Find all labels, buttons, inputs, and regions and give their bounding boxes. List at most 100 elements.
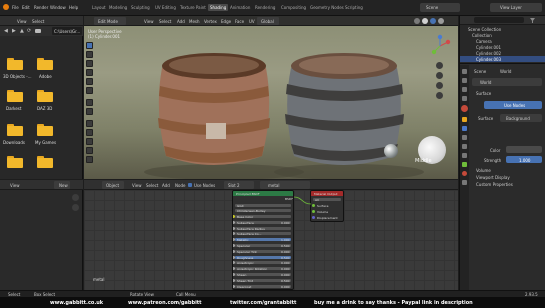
banner-patreon[interactable]: www.patreon.com/gabbitt xyxy=(128,300,202,306)
physics-tab-icon[interactable] xyxy=(462,144,467,149)
world-tab-icon[interactable] xyxy=(461,105,468,112)
outliner-item-cylinder-001[interactable]: Cylinder.001 xyxy=(476,45,501,50)
material-tab-icon[interactable] xyxy=(462,171,467,176)
render-tab-icon[interactable] xyxy=(462,78,467,83)
node-link xyxy=(293,196,312,205)
tab-uv-editing[interactable]: UV Editing xyxy=(153,4,178,11)
folder-icon[interactable] xyxy=(7,156,23,168)
folder-label[interactable]: 3D Objects -... xyxy=(3,74,32,79)
image-editor-panel[interactable]: View New xyxy=(0,180,83,290)
section-custom-properties[interactable]: Custom Properties xyxy=(476,182,513,187)
data-tab-icon[interactable] xyxy=(462,162,467,167)
tab-animation[interactable]: Animation xyxy=(228,4,252,11)
modifier-tab-icon[interactable] xyxy=(462,126,467,131)
tab-modeling[interactable]: Modeling xyxy=(107,4,129,11)
path-text: C:\Users\Gr... xyxy=(54,29,81,34)
folder-icon[interactable] xyxy=(37,156,53,168)
navigation-gizmo[interactable] xyxy=(428,34,452,58)
folder-icon[interactable] xyxy=(37,90,53,102)
3d-viewport[interactable]: Edit Mode View Select Add Mesh Vertex Ed… xyxy=(84,16,458,179)
tab-rendering[interactable]: Rendering xyxy=(253,4,277,11)
perspective-toggle-icon[interactable] xyxy=(436,92,443,99)
folder-label[interactable]: Darkest xyxy=(6,106,21,111)
folder-icon[interactable] xyxy=(37,58,53,70)
status-bar: Select Box Select Rotate View Call Menu … xyxy=(0,290,545,308)
folder-icon[interactable] xyxy=(7,90,23,102)
properties-panel: Scene Collection Collection Camera Cylin… xyxy=(459,16,545,307)
back-arrow-icon[interactable]: ◀ xyxy=(4,28,8,34)
output-tab-icon[interactable] xyxy=(462,87,467,92)
menu-file[interactable]: File xyxy=(12,5,19,10)
property-tabs xyxy=(460,65,469,307)
surface-field-label: Surface xyxy=(478,116,494,121)
new-folder-icon[interactable] xyxy=(35,29,41,33)
outliner-selected-row[interactable] xyxy=(460,56,545,62)
outliner-item-collection[interactable]: Collection xyxy=(472,33,492,38)
menu-render[interactable]: Render xyxy=(34,5,48,10)
hdri-preview-sphere[interactable] xyxy=(384,144,398,158)
parent-folder-icon[interactable]: ▲ xyxy=(20,28,24,34)
menu-edit[interactable]: Edit xyxy=(22,5,30,10)
file-browser-panel: View Select ◀ ▶ ▲ ⟳ C:\Users\Gr... 3D Ob… xyxy=(0,16,83,179)
image-editor-view-menu[interactable]: View xyxy=(10,183,20,188)
top-bar: File Edit Render Window Help Layout Mode… xyxy=(0,0,545,16)
strength-value: 1.000 xyxy=(519,158,531,163)
camera-view-icon[interactable] xyxy=(436,82,443,89)
banner-paypal[interactable]: buy me a drink to say thanks - Paypal li… xyxy=(314,300,473,306)
barrel-scene[interactable] xyxy=(84,16,458,179)
hdri-label: Middle xyxy=(415,158,432,164)
surface-panel-title[interactable]: Surface xyxy=(476,91,491,96)
scene-label: Scene xyxy=(426,5,439,10)
tab-geometry-nodes[interactable]: Geometry Nodes xyxy=(308,4,346,11)
folder-label[interactable]: Downloads xyxy=(3,140,25,145)
tab-texture-paint[interactable]: Texture Paint xyxy=(178,4,208,11)
menu-window[interactable]: Window xyxy=(50,5,66,10)
banner-strip: www.gabbitt.co.uk www.patreon.com/gabbit… xyxy=(0,297,545,308)
folder-label[interactable]: DAZ 3D xyxy=(37,106,52,111)
filter-icon[interactable] xyxy=(530,18,535,23)
outliner-item-cylinder-003[interactable]: Cylinder.003 xyxy=(476,57,501,62)
refresh-icon[interactable]: ⟳ xyxy=(27,28,31,34)
tool-tab-icon[interactable] xyxy=(462,69,467,74)
scene-tab-icon[interactable] xyxy=(462,96,467,101)
tab-shading[interactable]: Shading xyxy=(208,4,229,11)
shader-node-editor[interactable]: Object View Select Add Node Use Nodes Sl… xyxy=(84,180,458,290)
zoom-icon[interactable] xyxy=(72,194,79,201)
banner-twitter[interactable]: twitter.com/grantabbitt xyxy=(230,300,296,306)
folder-icon[interactable] xyxy=(7,124,23,136)
particles-tab-icon[interactable] xyxy=(462,135,467,140)
image-editor-metal-label: metal xyxy=(93,277,105,282)
zoom-icon[interactable] xyxy=(436,62,443,69)
menu-help[interactable]: Help xyxy=(69,5,78,10)
outliner-header xyxy=(460,16,545,25)
section-volume[interactable]: Volume xyxy=(476,168,491,173)
tab-sculpting[interactable]: Sculpting xyxy=(129,4,152,11)
outliner-item-camera[interactable]: Camera xyxy=(476,39,492,44)
outliner-scene-collection[interactable]: Scene Collection xyxy=(468,27,501,32)
tab-layout[interactable]: Layout xyxy=(90,4,108,11)
object-tab-icon[interactable] xyxy=(462,117,467,122)
new-image-label: New xyxy=(59,183,68,188)
file-browser-view-menu[interactable]: View xyxy=(17,19,27,24)
file-browser-select-menu[interactable]: Select xyxy=(32,19,44,24)
view-layer-label: View Layer xyxy=(500,5,522,10)
folder-label[interactable]: Adobe xyxy=(39,74,52,79)
tab-compositing[interactable]: Compositing xyxy=(279,4,308,11)
pan-hand-icon[interactable] xyxy=(72,204,79,211)
pan-hand-icon[interactable] xyxy=(436,72,443,79)
texture-tab-icon[interactable] xyxy=(462,180,467,185)
blender-logo-icon[interactable] xyxy=(3,4,9,10)
folder-label[interactable]: My Games xyxy=(35,140,56,145)
forward-arrow-icon[interactable]: ▶ xyxy=(12,28,16,34)
world-name: World xyxy=(480,80,492,85)
banner-website[interactable]: www.gabbitt.co.uk xyxy=(50,300,103,306)
folder-icon[interactable] xyxy=(37,124,53,136)
folder-icon[interactable] xyxy=(7,58,23,70)
tab-scripting[interactable]: Scripting xyxy=(343,4,365,11)
outliner-search-field[interactable] xyxy=(474,17,524,23)
constraints-tab-icon[interactable] xyxy=(462,153,467,158)
surface-shader-value: Background xyxy=(506,116,530,121)
color-swatch[interactable] xyxy=(506,146,542,153)
section-viewport-display[interactable]: Viewport Display xyxy=(476,175,510,180)
image-editor-header: View New xyxy=(0,180,83,190)
